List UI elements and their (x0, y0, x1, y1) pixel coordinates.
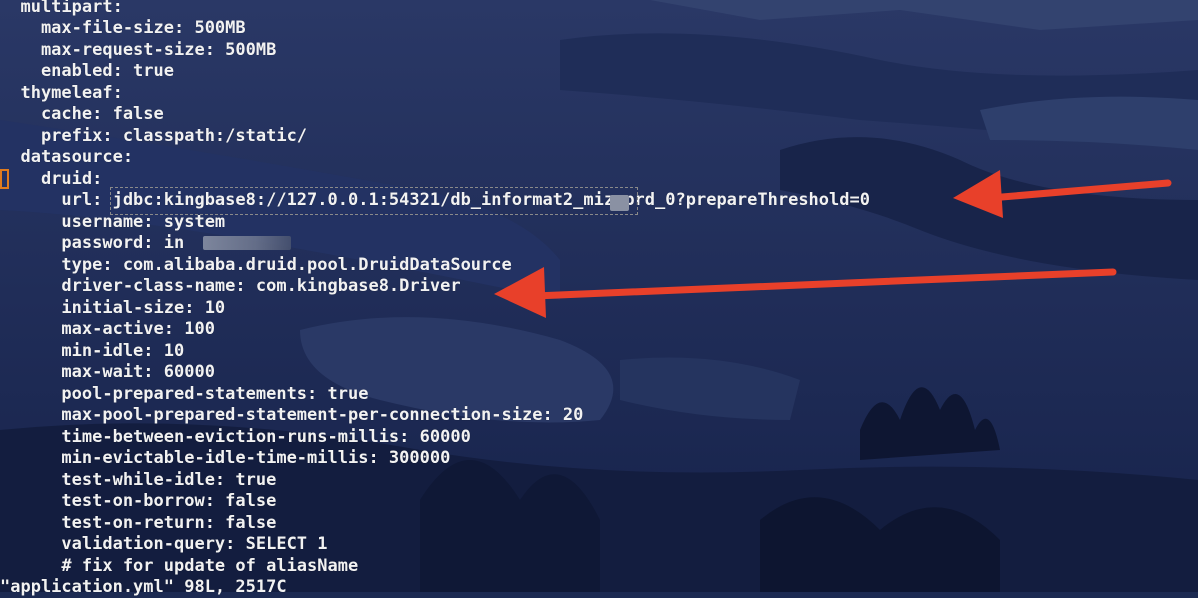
arrow-url-icon (953, 170, 1172, 218)
annotation-arrows (494, 170, 1172, 318)
arrow-driver-icon (494, 267, 1117, 318)
